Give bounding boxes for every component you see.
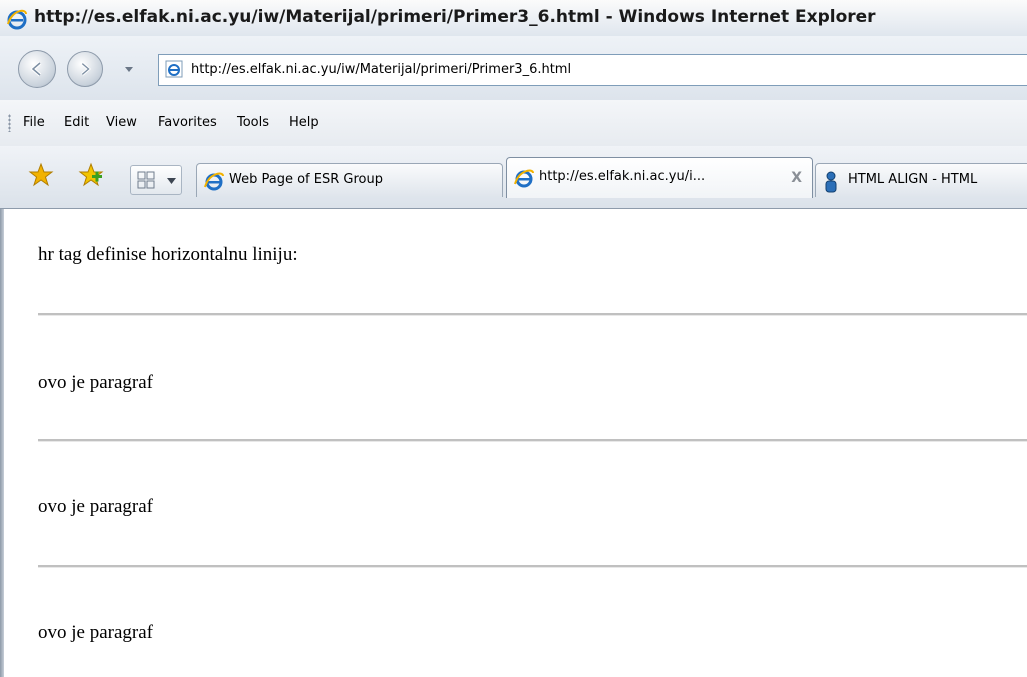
back-arrow-icon [30,61,42,77]
tab-label: Web Page of ESR Group [229,172,383,187]
menu-edit[interactable]: Edit [64,115,89,130]
favorites-center-star-icon[interactable] [28,162,54,188]
quick-tabs-grid-icon [137,171,155,189]
title-bar: http://es.elfak.ni.ac.yu/iw/Materijal/pr… [0,0,1027,37]
tab-list-dropdown-icon[interactable] [167,177,176,185]
navigation-bar: http://es.elfak.ni.ac.yu/iw/Materijal/pr… [0,36,1027,101]
ie-icon [204,172,224,191]
paragraph: ovo je paragraf [38,622,153,643]
page-ie-icon [165,60,183,78]
page-content [0,209,1027,677]
internet-explorer-icon [7,9,27,30]
menu-bar: File Edit View Favorites Tools Help [0,100,1027,147]
window-left-border [0,209,4,677]
paragraph: ovo je paragraf [38,372,153,393]
horizontal-rule [38,313,1027,316]
add-favorites-star-icon[interactable] [78,162,104,188]
menu-tools[interactable]: Tools [237,115,269,130]
toolbar-grip[interactable] [8,114,11,132]
ie-icon [514,169,534,188]
person-icon [825,171,837,193]
address-url[interactable]: http://es.elfak.ni.ac.yu/iw/Materijal/pr… [191,62,571,77]
close-tab-icon[interactable]: X [791,170,802,186]
back-button[interactable] [18,50,56,88]
forward-arrow-icon [81,62,92,76]
history-dropdown-icon[interactable] [124,64,134,74]
tab-label: http://es.elfak.ni.ac.yu/i... [539,169,706,184]
address-bar[interactable]: http://es.elfak.ni.ac.yu/iw/Materijal/pr… [158,54,1027,86]
menu-view[interactable]: View [106,115,137,130]
tab-html-align[interactable]: HTML ALIGN - HTML [815,163,1027,197]
page-heading-text: hr tag definise horizontalnu liniju: [38,244,298,265]
forward-button[interactable] [67,51,103,87]
paragraph: ovo je paragraf [38,496,153,517]
quick-tabs-button[interactable] [130,165,182,195]
tab-current-page[interactable]: http://es.elfak.ni.ac.yu/i... X [506,157,813,198]
horizontal-rule [38,565,1027,568]
menu-help[interactable]: Help [289,115,319,130]
horizontal-rule [38,439,1027,442]
tab-bar: Web Page of ESR Group http://es.elfak.ni… [0,146,1027,209]
tab-web-page-of-esr-group[interactable]: Web Page of ESR Group [196,163,503,197]
window-title: http://es.elfak.ni.ac.yu/iw/Materijal/pr… [34,7,876,27]
tab-label: HTML ALIGN - HTML [848,172,978,187]
menu-file[interactable]: File [23,115,45,130]
menu-favorites[interactable]: Favorites [158,115,217,130]
